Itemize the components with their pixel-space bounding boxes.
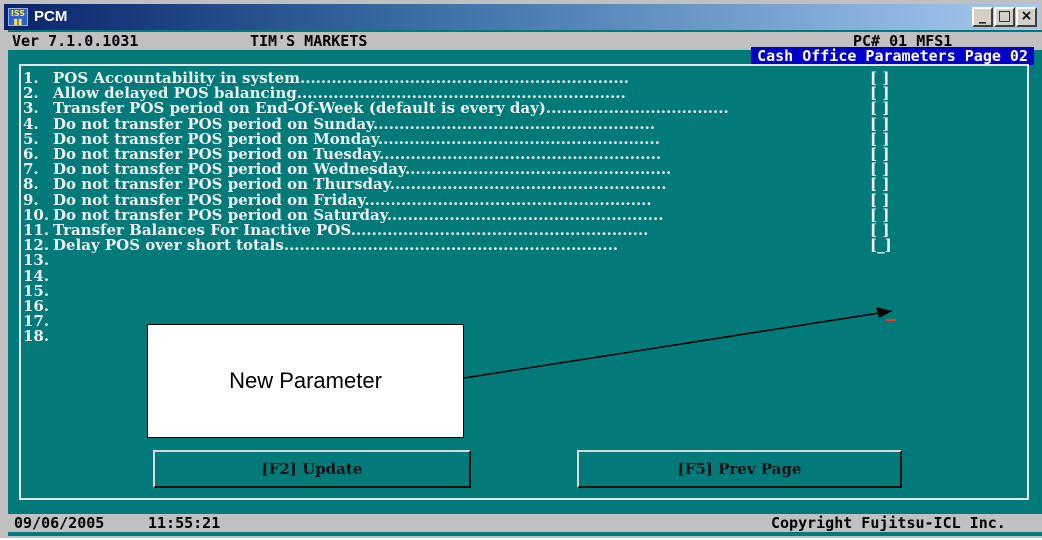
window-title: PCM	[34, 8, 68, 25]
parameter-row: 13.	[23, 252, 53, 268]
parameter-checkbox[interactable]: [ ]	[870, 100, 906, 116]
pcm-window: ISS ▮▮ PCM _ □ × Ver 7.1.0.1031 TIM'S MAR…	[0, 0, 1042, 538]
maximize-button[interactable]: □	[994, 7, 1015, 27]
text-cursor	[886, 319, 896, 321]
parameter-label: Delay POS over short totals	[53, 236, 284, 255]
time-label: 11:55:21	[148, 514, 221, 532]
bottom-status-line: 09/06/2005 11:55:21 Copyright Fujitsu-IC…	[8, 514, 1042, 532]
version-label: Ver 7.1.0.1031	[12, 32, 139, 50]
parameter-number: 13.	[23, 251, 50, 270]
company-name: TIM'S MARKETS	[250, 32, 368, 50]
page-title: Cash Office Parameters Page 02	[751, 47, 1034, 65]
parameter-number: 18.	[23, 327, 50, 346]
date-label: 09/06/2005	[14, 514, 105, 532]
prev-page-button[interactable]: [F5] Prev Page	[577, 450, 902, 488]
console-screen: Ver 7.1.0.1031 TIM'S MARKETS PC# 01 MFS1…	[8, 30, 1042, 536]
update-button[interactable]: [F2] Update	[153, 450, 471, 488]
new-parameter-callout: New Parameter	[147, 324, 464, 438]
leader-dots: ........................................…	[283, 236, 619, 255]
parameter-checkbox[interactable]: [_]	[870, 237, 906, 253]
copyright-label: Copyright Fujitsu-ICL Inc.	[771, 514, 1006, 532]
parameter-number: 3.	[23, 99, 39, 118]
parameter-row: 18.	[23, 328, 53, 344]
parameter-number: 8.	[23, 175, 39, 194]
title-bar[interactable]: ISS ▮▮ PCM _ □ ×	[4, 4, 1040, 30]
app-icon[interactable]: ISS ▮▮	[8, 8, 28, 26]
parameter-checkbox[interactable]: [ ]	[870, 176, 906, 192]
minimize-button[interactable]: _	[972, 7, 993, 27]
close-button[interactable]: ×	[1016, 7, 1037, 27]
parameter-row: 12. Delay POS over short totals..........…	[23, 237, 618, 253]
